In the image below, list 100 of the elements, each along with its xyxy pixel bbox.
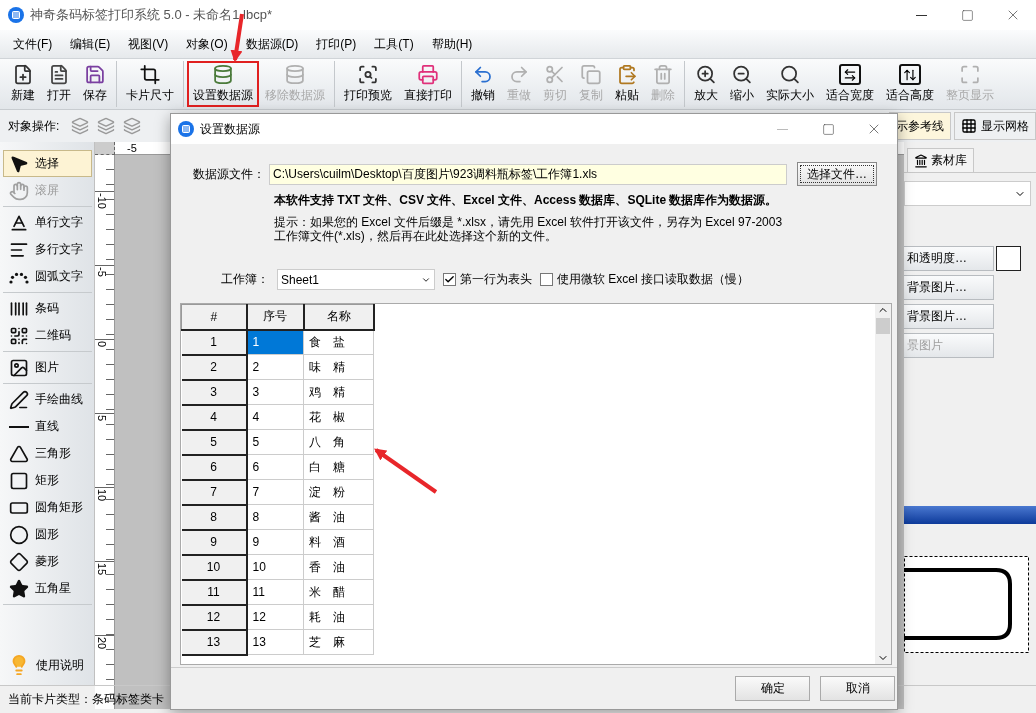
scrollbar-thumb[interactable] bbox=[876, 318, 890, 334]
zoom-in-icon bbox=[695, 64, 717, 85]
tool-item[interactable]: 直线 bbox=[3, 413, 92, 440]
choose-file-button[interactable]: 选择文件… bbox=[797, 162, 877, 186]
dialog-title: 设置数据源 bbox=[200, 120, 260, 138]
tool-item[interactable]: 圆弧文字 bbox=[3, 263, 92, 290]
scrollbar[interactable] bbox=[875, 304, 891, 664]
status-text: 当前卡片类型：条码标签类卡 bbox=[8, 691, 164, 708]
redo-icon bbox=[508, 64, 530, 85]
line-icon bbox=[9, 425, 29, 428]
menu-item[interactable]: 对象(O) bbox=[177, 35, 237, 53]
support-note: 本软件支持 TXT 文件、CSV 文件、Excel 文件、Access 数据库、SQLite 数据库作为数据源。 bbox=[274, 192, 779, 209]
ruler-label: 15 bbox=[96, 563, 108, 576]
toolbar-button[interactable]: 放大 bbox=[688, 61, 724, 107]
row-header[interactable]: 9 bbox=[181, 529, 247, 555]
toolbar-button[interactable]: 粘贴 bbox=[609, 61, 645, 107]
panel-button[interactable]: 背景图片… bbox=[904, 275, 994, 300]
tool-item[interactable]: 菱形 bbox=[3, 548, 92, 575]
fit-page-icon bbox=[959, 64, 981, 85]
hint-text: 提示：如果您的 Excel 文件后缀是 *.xlsx，请先用 Excel 软件打开该文件，另存为 Excel 97-2003 工作簿文件(*.xls)，然后再在此处选择这个新的文件。 bbox=[274, 215, 784, 243]
ruler-label: 5 bbox=[96, 415, 108, 422]
toolbar-button[interactable]: 直接打印 bbox=[398, 61, 458, 107]
toolbar-button[interactable]: 实际大小 bbox=[760, 61, 820, 107]
search-icon bbox=[779, 64, 801, 85]
menu-item[interactable]: 帮助(H) bbox=[422, 35, 482, 53]
library-tab[interactable]: 素材库 bbox=[907, 148, 974, 172]
toolbar-button[interactable]: 保存 bbox=[77, 61, 113, 107]
panel-button[interactable]: 背景图片… bbox=[904, 304, 994, 329]
row-header[interactable]: 6 bbox=[181, 454, 247, 480]
checkbox[interactable] bbox=[540, 273, 553, 286]
panel-button[interactable]: 和透明度… bbox=[904, 246, 994, 271]
help-button[interactable]: 使用说明 bbox=[3, 649, 92, 681]
tool-item[interactable]: 圆形 bbox=[3, 521, 92, 548]
save-icon bbox=[84, 64, 106, 85]
database-icon bbox=[212, 64, 234, 85]
dialog-button[interactable]: 确定 bbox=[735, 676, 810, 701]
workbook-select[interactable]: Sheet1 bbox=[277, 269, 435, 290]
column-header[interactable]: # bbox=[181, 304, 247, 330]
toolbar-button[interactable]: 撤销 bbox=[465, 61, 501, 107]
magnifier-icon bbox=[357, 64, 379, 85]
grid-icon bbox=[961, 118, 977, 134]
menu-item[interactable]: 工具(T) bbox=[365, 35, 423, 53]
annotation-arrow bbox=[374, 448, 438, 494]
menu-item[interactable]: 编辑(E) bbox=[61, 35, 120, 53]
checkbox[interactable] bbox=[443, 273, 456, 286]
row-header[interactable]: 13 bbox=[181, 629, 247, 655]
option-checkbox[interactable]: 第一行为表头 bbox=[443, 271, 532, 288]
row-header[interactable]: 8 bbox=[181, 504, 247, 530]
toolbar-button[interactable]: 适合宽度 bbox=[820, 61, 880, 107]
menu-item[interactable]: 文件(F) bbox=[4, 35, 62, 53]
tool-item[interactable]: 二维码 bbox=[3, 322, 92, 349]
tool-item[interactable]: 单行文字 bbox=[3, 209, 92, 236]
app-logo-icon bbox=[178, 121, 194, 137]
toggle-button[interactable]: 显示网格 bbox=[954, 112, 1036, 140]
tool-item[interactable]: 圆角矩形 bbox=[3, 494, 92, 521]
object-ops-label: 对象操作: bbox=[8, 117, 60, 135]
color-swatch[interactable] bbox=[996, 246, 1021, 271]
menu-item[interactable]: 打印(P) bbox=[307, 35, 366, 53]
menu-item[interactable]: 数据源(D) bbox=[236, 35, 308, 53]
row-header[interactable]: 11 bbox=[181, 579, 247, 605]
window-title: 神奇条码标签打印系统 5.0 - 未命名1.lbcp* bbox=[30, 6, 272, 24]
toolbar-button[interactable]: 适合高度 bbox=[880, 61, 940, 107]
toolbar-button[interactable]: 设置数据源 bbox=[187, 61, 259, 107]
new-file-icon bbox=[12, 64, 34, 85]
check-icon bbox=[444, 274, 455, 285]
tool-item[interactable]: 手绘曲线 bbox=[3, 386, 92, 413]
tool-item[interactable]: 矩形 bbox=[3, 467, 92, 494]
tool-item[interactable]: 选择 bbox=[3, 150, 92, 177]
diamond-icon bbox=[9, 551, 29, 572]
row-header[interactable]: 5 bbox=[181, 429, 247, 455]
row-header[interactable]: 7 bbox=[181, 479, 247, 505]
row-header[interactable]: 4 bbox=[181, 404, 247, 430]
toolbar-button[interactable]: 打印预览 bbox=[338, 61, 398, 107]
zoom-out-icon bbox=[731, 64, 753, 85]
row-header[interactable]: 10 bbox=[181, 554, 247, 580]
tool-item[interactable]: 三角形 bbox=[3, 440, 92, 467]
layers-icon bbox=[71, 117, 90, 135]
minimize-icon bbox=[776, 128, 788, 130]
dialog-button[interactable]: 取消 bbox=[820, 676, 895, 701]
row-header[interactable]: 3 bbox=[181, 379, 247, 405]
file-path-field[interactable]: C:\Users\cuilm\Desktop\百度图片\923调料瓶标签\工作簿1.xls bbox=[269, 163, 787, 185]
toolbar-button[interactable]: 打开 bbox=[41, 61, 77, 107]
ruler-label: -5 bbox=[96, 267, 108, 277]
toolbar-button[interactable]: 缩小 bbox=[724, 61, 760, 107]
column-header[interactable]: 序号 bbox=[246, 304, 304, 330]
tool-item[interactable]: 图片 bbox=[3, 354, 92, 381]
column-header[interactable]: 名称 bbox=[303, 304, 374, 330]
dropdown[interactable] bbox=[904, 181, 1031, 206]
toolbar-button[interactable]: 新建 bbox=[5, 61, 41, 107]
landmark-icon bbox=[914, 153, 928, 168]
tool-item[interactable]: 条码 bbox=[3, 295, 92, 322]
row-header[interactable]: 1 bbox=[181, 329, 247, 355]
copy-icon bbox=[580, 64, 602, 85]
row-header[interactable]: 2 bbox=[181, 354, 247, 380]
toolbar-button[interactable]: 卡片尺寸 bbox=[120, 61, 180, 107]
tool-item[interactable]: 五角星 bbox=[3, 575, 92, 602]
row-header[interactable]: 12 bbox=[181, 604, 247, 630]
tool-item[interactable]: 多行文字 bbox=[3, 236, 92, 263]
menu-item[interactable]: 视图(V) bbox=[119, 35, 178, 53]
image-icon bbox=[9, 357, 29, 378]
